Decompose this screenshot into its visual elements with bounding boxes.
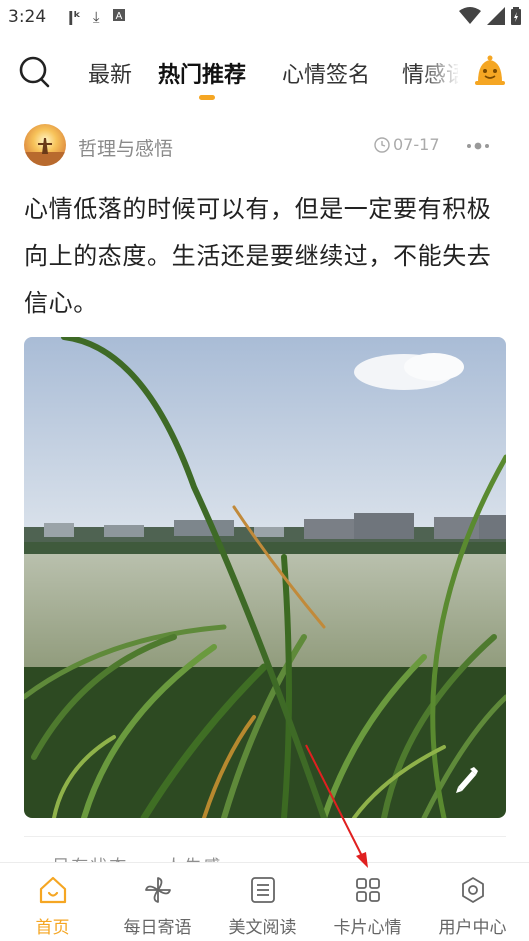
nav-home-label: 首页 [35, 918, 70, 938]
svg-text:A: A [115, 11, 122, 22]
post-date-text: 07-17 [393, 135, 440, 154]
nav-daily-message-label: 每日寄语 [123, 918, 192, 938]
document-icon [250, 877, 275, 903]
status-bar: 3:24 ǀᵏ ⤓ A [0, 0, 529, 36]
author-avatar[interactable] [24, 124, 66, 166]
tab-hot-recommend[interactable]: 热门推荐 [158, 57, 246, 89]
clock-icon [374, 136, 390, 153]
nav-daily-message[interactable]: 每日寄语 [105, 863, 210, 941]
nav-essay-reading[interactable]: 美文阅读 [210, 863, 315, 941]
category-tabs: 最新 热门推荐 心情签名 情感语 [88, 44, 458, 104]
nav-card-mood-label: 卡片心情 [333, 918, 402, 938]
tab-mood-signature[interactable]: 心情签名 [282, 57, 370, 89]
post-content-text: 心情低落的时候可以有，但是一定要有积极向上的态度。生活还是要继续过，不能失去信心… [24, 195, 492, 317]
post-more-button[interactable] [464, 136, 492, 156]
download-icon: ⤓ [92, 8, 100, 26]
signal-icon [487, 7, 505, 25]
nav-essay-reading-label: 美文阅读 [228, 918, 297, 938]
settings-icon [461, 877, 484, 903]
k-app-icon: ǀᵏ [68, 8, 81, 26]
status-notification-icons: ǀᵏ ⤓ A [68, 8, 126, 26]
post-header: 哲理与感悟 07-17 [24, 124, 506, 168]
a-app-icon: A [112, 8, 126, 26]
nav-user-center-label: 用户中心 [438, 918, 507, 938]
post-date: 07-17 [374, 135, 440, 154]
status-time: 3:24 [8, 7, 47, 27]
status-system-icons [459, 7, 521, 25]
tab-latest[interactable]: 最新 [88, 57, 132, 89]
home-icon [39, 876, 66, 904]
bottom-navigation: 首页 每日寄语 美文阅读 卡片心情 用户中心 [0, 862, 529, 941]
more-icon [467, 142, 489, 150]
wifi-icon [459, 7, 481, 24]
tabs-fade [420, 44, 460, 104]
pinwheel-icon [144, 877, 171, 903]
post-divider [24, 836, 506, 837]
active-tab-indicator [199, 95, 215, 100]
notification-button[interactable] [470, 52, 510, 92]
battery-icon [511, 7, 521, 25]
nav-user-center[interactable]: 用户中心 [420, 863, 525, 941]
search-button[interactable] [18, 54, 54, 90]
post-image[interactable] [24, 337, 506, 818]
search-icon [19, 56, 50, 88]
nav-home[interactable]: 首页 [0, 863, 105, 941]
author-name[interactable]: 哲理与感悟 [78, 134, 173, 161]
grid-icon [355, 878, 380, 902]
nav-card-mood[interactable]: 卡片心情 [315, 863, 420, 941]
bell-icon [475, 55, 505, 85]
